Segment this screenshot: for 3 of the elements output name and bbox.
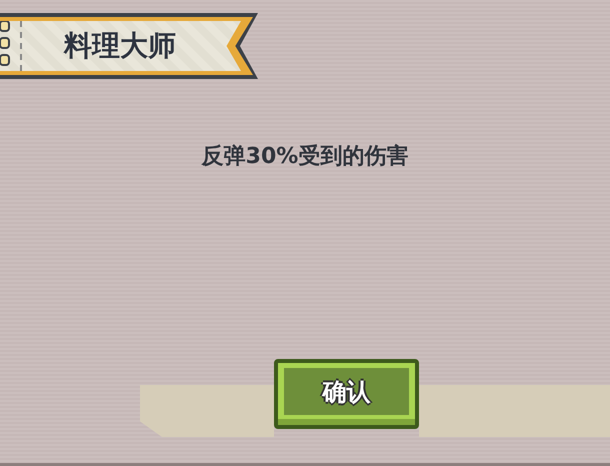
confirm-button[interactable]: 确认 [274, 359, 419, 429]
dialog-title: 料理大师 [64, 28, 176, 64]
effect-description: 反弹30%受到的伤害 [202, 142, 408, 171]
